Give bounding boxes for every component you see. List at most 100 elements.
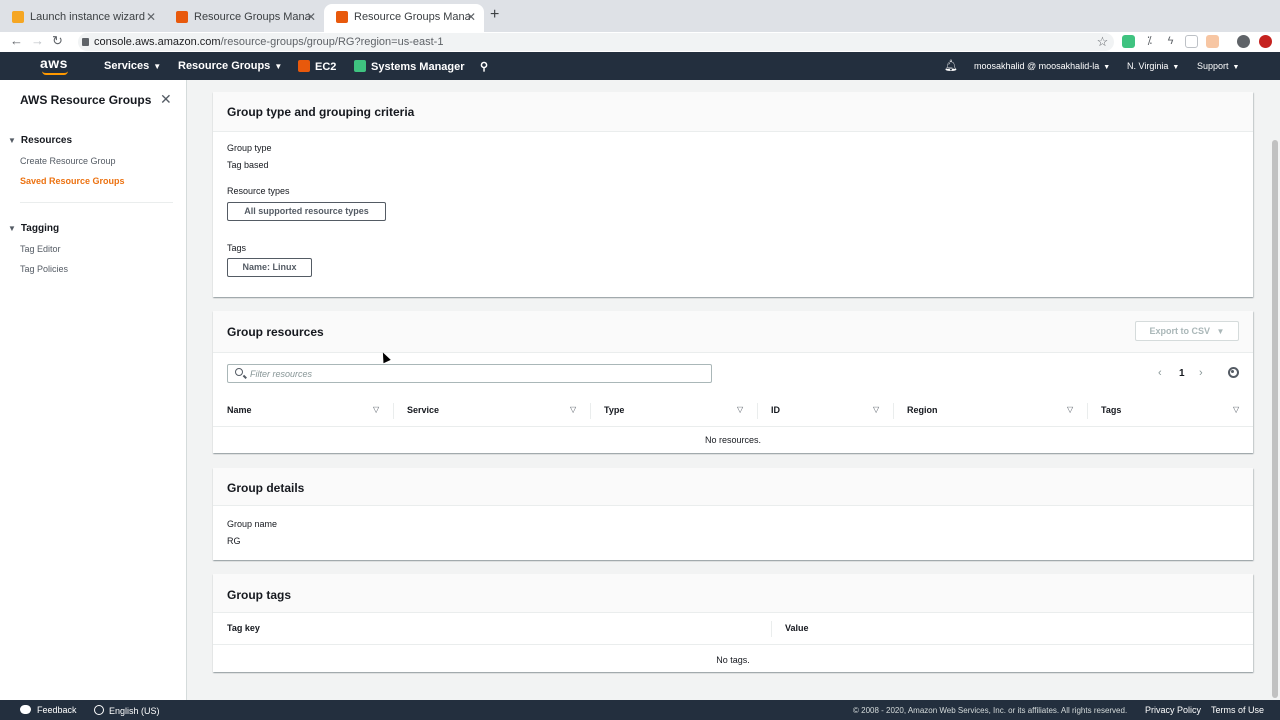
profile-avatar-icon[interactable] [1237,35,1250,48]
sort-caret-icon[interactable]: ▽ [373,405,379,414]
extension-icon[interactable] [1122,35,1135,48]
sort-caret-icon[interactable]: ▽ [1233,405,1239,414]
caret-down-icon: ▼ [1216,327,1225,336]
feedback-link[interactable]: Feedback [20,705,77,715]
extension-icon[interactable] [1185,35,1198,48]
column-divider [771,621,772,637]
search-icon [235,368,243,376]
export-csv-button[interactable]: Export to CSV ▼ [1135,321,1239,341]
sort-caret-icon[interactable]: ▽ [873,405,879,414]
column-divider [1087,403,1088,419]
extension-icon[interactable] [1206,35,1219,48]
sidebar-item-tag-editor[interactable]: Tag Editor [20,244,61,254]
column-divider [757,403,758,419]
support-menu[interactable]: Support ▼ [1197,61,1239,71]
pin-icon[interactable]: ⚲ [480,60,488,73]
tag-token: Name: Linux [227,258,312,277]
globe-icon [94,705,104,715]
sidebar-item-saved-resource-groups[interactable]: Saved Resource Groups [20,176,125,186]
panel-title: Group type and grouping criteria [227,105,415,119]
resource-groups-menu[interactable]: Resource Groups ▼ [178,60,282,72]
column-divider [590,403,591,419]
reload-icon[interactable]: ↻ [52,33,63,49]
column-header-tags[interactable]: Tags [1101,405,1121,415]
sort-caret-icon[interactable]: ▽ [737,405,743,414]
aws-top-nav: aws Services ▼ Resource Groups ▼ EC2 Syste… [0,52,1280,80]
group-resources-panel: Group resources Export to CSV ▼ ‹ 1 › Na… [213,311,1253,453]
bookmark-star-icon[interactable]: ☆ [1096,35,1109,48]
services-menu[interactable]: Services ▼ [104,60,161,72]
column-header-name[interactable]: Name [227,405,252,415]
browser-tab-resource-groups-active[interactable]: Resource Groups Management ✕ [324,4,484,32]
sort-caret-icon[interactable]: ▽ [570,405,576,414]
column-header-id[interactable]: ID [771,405,780,415]
sort-caret-icon[interactable]: ▽ [1067,405,1073,414]
browser-tab-launch-wizard[interactable]: Launch instance wizard | EC2 M ✕ [0,4,164,32]
sidebar-section-resources[interactable]: ▼ Resources [8,135,72,146]
language-selector[interactable]: English (US) [94,705,160,716]
column-header-service[interactable]: Service [407,405,439,415]
forward-arrow-icon[interactable]: → [31,33,44,48]
close-icon[interactable]: ✕ [306,4,316,30]
aws-cube-icon [336,11,348,23]
new-tab-button[interactable]: + [490,6,499,24]
page-number[interactable]: 1 [1179,368,1185,379]
aws-logo[interactable]: aws [40,55,68,71]
caret-down-icon: ▼ [1103,64,1111,71]
resource-types-token: All supported resource types [227,202,386,221]
panel-title: Group resources [227,325,324,339]
region-menu[interactable]: N. Virginia ▼ [1127,61,1179,71]
chevron-right-icon[interactable]: › [1199,367,1203,379]
section-label: Resources [20,135,73,146]
url-field[interactable]: console.aws.amazon.com/resource-groups/g… [78,33,1114,51]
aws-box-icon [12,11,24,23]
region-label: N. Virginia [1127,61,1169,71]
column-header-tag-key: Tag key [227,623,260,633]
column-divider [893,403,894,419]
tags-table-header: Tag key Value [213,613,1253,645]
browser-tab-resource-groups-1[interactable]: Resource Groups Management ✕ [164,4,324,32]
account-menu[interactable]: moosakhalid @ moosakhalid-la ▼ [974,61,1110,71]
terms-of-use-link[interactable]: Terms of Use [1211,705,1264,715]
filter-input[interactable] [250,367,700,381]
sidebar-item-tag-policies[interactable]: Tag Policies [20,264,68,274]
column-header-value: Value [785,623,809,633]
chevron-left-icon[interactable]: ‹ [1158,367,1162,379]
close-icon[interactable]: ✕ [146,4,156,30]
bell-icon[interactable]: 🔔︎ [944,59,958,72]
close-icon[interactable]: ✕ [466,4,476,30]
browser-tab-title: Launch instance wizard | EC2 M [30,11,146,23]
ec2-shortcut[interactable]: EC2 [298,60,336,73]
caret-down-icon: ▼ [1172,64,1180,71]
sidebar-item-create-resource-group[interactable]: Create Resource Group [20,156,116,166]
back-arrow-icon[interactable]: ← [10,33,23,48]
aws-cube-icon [176,11,188,23]
sidebar-title: AWS Resource Groups [20,93,152,107]
systems-manager-shortcut[interactable]: Systems Manager [354,60,465,73]
group-name-label: Group name [227,519,278,529]
column-divider [393,403,394,419]
browser-tab-bar: Launch instance wizard | EC2 M ✕ Resourc… [0,0,1280,32]
lightning-icon[interactable]: ϟ [1164,35,1177,48]
column-header-type[interactable]: Type [604,405,624,415]
column-header-region[interactable]: Region [907,405,938,415]
caret-down-icon: ▼ [8,224,16,233]
caret-down-icon: ▼ [8,136,16,145]
filter-resources[interactable] [227,364,712,383]
aws-smile-icon [42,71,68,75]
panel-header: Group details [213,468,1253,506]
update-badge-icon[interactable] [1259,35,1272,48]
gear-icon[interactable] [1228,367,1239,378]
resource-groups-label: Resource Groups [178,60,271,72]
caret-down-icon: ▼ [1232,64,1240,71]
page-scrollbar[interactable] [1272,140,1278,698]
caret-down-icon: ▼ [153,62,162,71]
browser-tab-title: Resource Groups Management [194,11,310,23]
close-icon[interactable]: ✕ [160,91,172,108]
resource-types-label: Resource types [227,186,290,196]
sidebar-section-tagging[interactable]: ▼ Tagging [8,223,59,234]
tags-empty-state: No tags. [716,655,750,665]
privacy-policy-link[interactable]: Privacy Policy [1145,705,1201,715]
group-type-label: Group type [227,143,272,153]
extension-icon[interactable]: ⁒ [1143,35,1156,48]
